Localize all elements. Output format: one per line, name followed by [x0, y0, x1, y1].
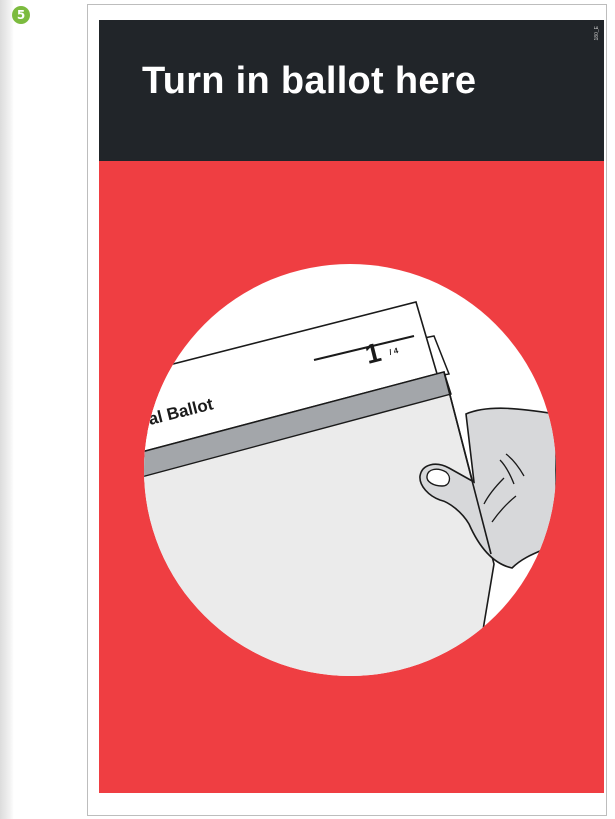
thumbnail	[426, 468, 451, 487]
ballot-hand-icon: al Ballot 1 / 4	[144, 264, 556, 676]
poster-title: Turn in ballot here	[142, 60, 477, 102]
step-number-badge: 5	[12, 6, 30, 24]
poster-body: al Ballot 1 / 4	[99, 161, 604, 793]
left-page-edge	[0, 0, 14, 819]
poster-header: Turn in ballot here 180_E	[99, 20, 604, 161]
ballot-insertion-illustration: al Ballot 1 / 4	[144, 264, 556, 676]
poster: Turn in ballot here 180_E al Ballot 1 / …	[99, 20, 604, 793]
poster-code: 180_E	[594, 26, 600, 41]
